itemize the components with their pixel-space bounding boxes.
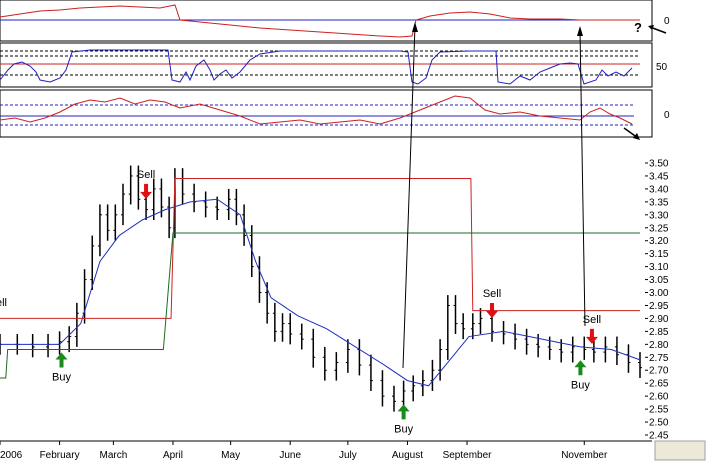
sell-signal-label: Sell <box>137 169 155 181</box>
left-edge-label: ell <box>0 297 7 309</box>
bottom-panel-label: 0 <box>664 110 670 121</box>
date-axis-label: July <box>339 450 357 461</box>
date-axis-label: May <box>221 450 240 461</box>
price-axis-label: 3.05 <box>649 275 669 286</box>
buy-signal-label: Buy <box>394 423 413 435</box>
price-axis-label: 3.00 <box>649 288 669 299</box>
help-mark: ? <box>634 20 642 35</box>
bottom-panel-frame <box>0 89 653 138</box>
date-axis: 2006 February March April May June July August S… <box>0 440 652 461</box>
price-axis-label: 3.50 <box>649 159 669 170</box>
buy-signal-label: Buy <box>52 372 71 384</box>
date-axis-label: August <box>392 450 423 461</box>
price-axis-label: 3.15 <box>649 249 669 260</box>
price-axis-label: 3.35 <box>649 197 669 208</box>
price-axis-label: 3.20 <box>649 236 669 247</box>
price-axis-label: 2.90 <box>649 314 669 325</box>
price-axis-label: 2.65 <box>649 379 669 390</box>
price-axis-label: 3.25 <box>649 223 669 234</box>
date-axis-label: September <box>443 450 493 461</box>
price-axis-label: 2.80 <box>649 340 669 351</box>
date-axis-label: 2006 <box>0 450 23 461</box>
sell-signal-label: Sell <box>583 314 601 326</box>
sell-signal-label: Sell <box>483 288 501 300</box>
price-panel-frame <box>0 140 652 440</box>
price-axis-label: 2.75 <box>649 353 669 364</box>
middle-panel-label: 50 <box>656 62 668 73</box>
price-axis-label: 2.45 <box>649 431 669 442</box>
date-axis-label: April <box>163 450 183 461</box>
price-axis-label: 2.60 <box>649 392 669 403</box>
price-axis-label: 3.10 <box>649 262 669 273</box>
date-axis-label: February <box>40 450 80 461</box>
price-axis-label: 2.55 <box>649 405 669 416</box>
date-axis-label: March <box>99 450 127 461</box>
price-axis-label: 2.85 <box>649 327 669 338</box>
price-axis-label: 2.95 <box>649 301 669 312</box>
date-axis-label: June <box>279 450 301 461</box>
buy-signal-label: Buy <box>571 379 590 391</box>
price-axis-label: 3.40 <box>649 184 669 195</box>
price-axis-label: 3.45 <box>649 171 669 182</box>
price-axis-label: 2.50 <box>649 418 669 429</box>
price-axis-label: 2.70 <box>649 366 669 377</box>
top-panel-label: 0 <box>664 16 670 27</box>
price-axis: 3.503.45 3.40 3.35 3.30 3.25 3.20 3.15 3.10 3.05… <box>645 159 669 442</box>
scroll-corner-box <box>654 440 706 461</box>
stock-chart: 0 ? 50 0 BuySellBuySellBuySell 3.503.453… <box>0 0 706 461</box>
date-axis-label: November <box>561 450 608 461</box>
price-axis-label: 3.30 <box>649 210 669 221</box>
